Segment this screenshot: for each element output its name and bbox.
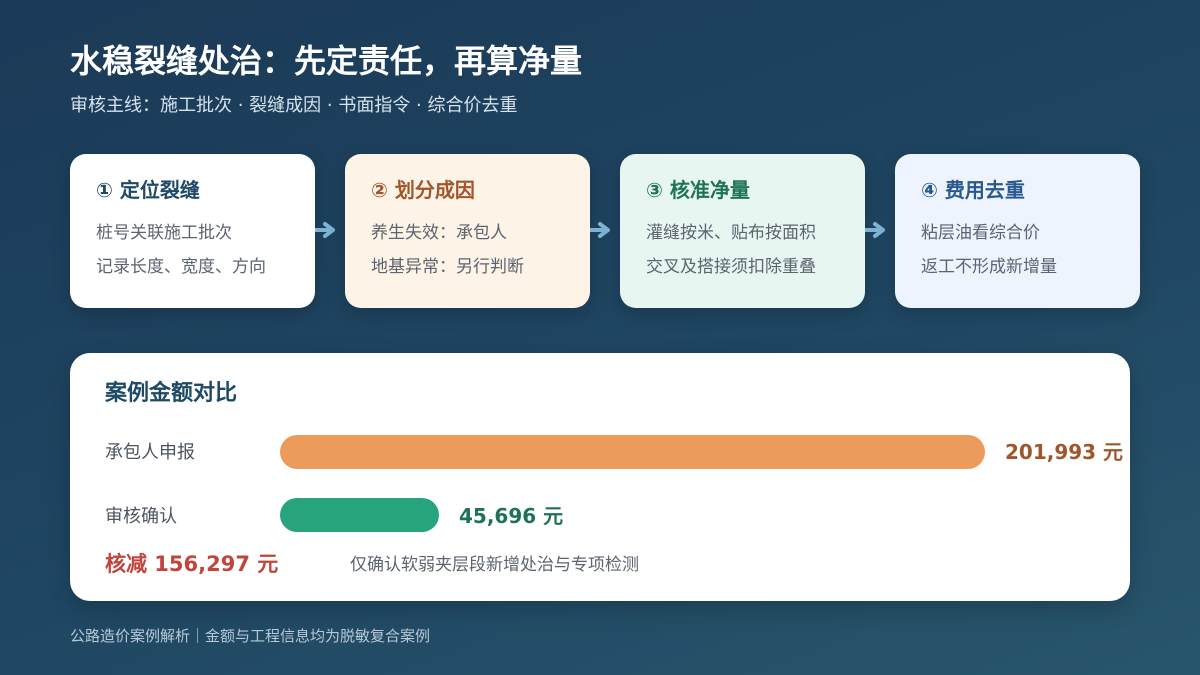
bar-value-declared: 201,993 元: [1005, 440, 1124, 464]
step-card-cause: ② 划分成因 养生失效：承包人 地基异常：另行判断: [345, 154, 590, 308]
approval-note: 仅确认软弱夹层段新增处治与专项检测: [350, 555, 639, 575]
footer-note: 公路造价案例解析｜金额与工程信息均为脱敏复合案例: [70, 627, 431, 645]
bar-approved: [280, 498, 439, 532]
bar-value-approved: 45,696 元: [459, 504, 564, 528]
step-line: 记录长度、宽度、方向: [96, 257, 266, 277]
comparison-title: 案例金额对比: [105, 381, 238, 406]
arrow-right-icon: [315, 222, 335, 238]
step-line: 灌缝按米、贴布按面积: [646, 223, 816, 243]
step-title: ④ 费用去重: [921, 178, 1025, 202]
arrow-right-icon: [865, 222, 885, 238]
step-card-quantity: ③ 核准净量 灌缝按米、贴布按面积 交叉及搭接须扣除重叠: [620, 154, 865, 308]
step-title: ① 定位裂缝: [96, 178, 200, 202]
step-line: 粘层油看综合价: [921, 223, 1040, 243]
step-card-dedupe: ④ 费用去重 粘层油看综合价 返工不形成新增量: [895, 154, 1140, 308]
step-line: 养生失效：承包人: [371, 223, 507, 243]
amount-comparison-panel: 案例金额对比 承包人申报 201,993 元 审核确认 45,696 元 核减 …: [70, 353, 1130, 601]
step-line: 交叉及搭接须扣除重叠: [646, 257, 816, 277]
bar-label-approved: 审核确认: [105, 506, 177, 527]
step-title: ③ 核准净量: [646, 178, 750, 202]
page-title: 水稳裂缝处治：先定责任，再算净量: [70, 42, 583, 80]
step-line: 返工不形成新增量: [921, 257, 1057, 277]
reduction-amount: 核减 156,297 元: [105, 552, 279, 576]
step-line: 桩号关联施工批次: [96, 223, 232, 243]
step-line: 地基异常：另行判断: [371, 257, 524, 277]
arrow-right-icon: [590, 222, 610, 238]
bar-label-declared: 承包人申报: [105, 442, 195, 463]
bar-declared: [280, 435, 985, 469]
step-title: ② 划分成因: [371, 178, 475, 202]
step-card-locate: ① 定位裂缝 桩号关联施工批次 记录长度、宽度、方向: [70, 154, 315, 308]
page-subtitle: 审核主线：施工批次 · 裂缝成因 · 书面指令 · 综合价去重: [70, 95, 518, 116]
